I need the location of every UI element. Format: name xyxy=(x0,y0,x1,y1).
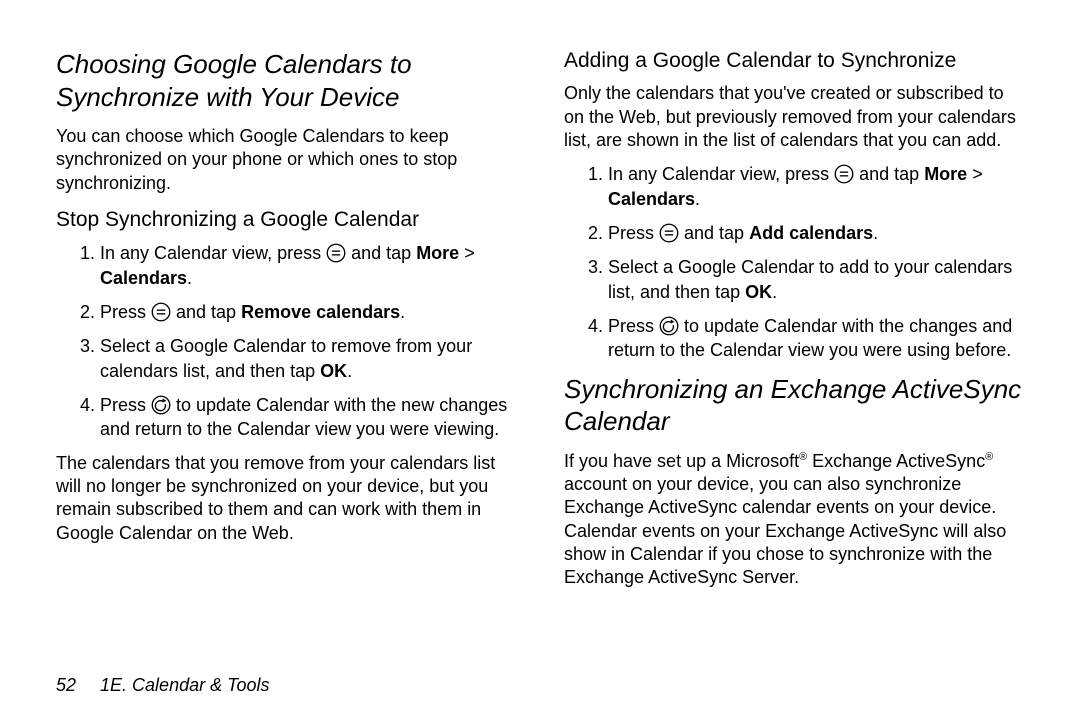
heading-exchange-sync: Synchronizing an Exchange ActiveSync Cal… xyxy=(564,373,1024,438)
intro-paragraph: You can choose which Google Calendars to… xyxy=(56,125,516,195)
list-item: Press to update Calendar with the new ch… xyxy=(100,393,516,442)
back-icon xyxy=(659,316,679,336)
registered-mark: ® xyxy=(985,451,993,463)
menu-icon xyxy=(326,243,346,263)
stop-sync-steps: In any Calendar view, press and tap More… xyxy=(56,241,516,441)
heading-add-calendar: Adding a Google Calendar to Synchronize xyxy=(564,48,1024,74)
exchange-sync-paragraph: If you have set up a Microsoft® Exchange… xyxy=(564,450,1024,590)
menu-icon xyxy=(659,223,679,243)
page-number: 52 xyxy=(56,675,76,696)
right-column: Adding a Google Calendar to Synchronize … xyxy=(564,48,1024,667)
heading-choose-calendars: Choosing Google Calendars to Synchronize… xyxy=(56,48,516,113)
list-item: Select a Google Calendar to remove from … xyxy=(100,334,516,383)
section-title: 1E. Calendar & Tools xyxy=(100,675,269,696)
menu-icon xyxy=(151,302,171,322)
heading-stop-sync: Stop Synchronizing a Google Calendar xyxy=(56,207,516,233)
stop-sync-note: The calendars that you remove from your … xyxy=(56,452,516,546)
add-calendar-steps: In any Calendar view, press and tap More… xyxy=(564,162,1024,362)
list-item: Press to update Calendar with the change… xyxy=(608,314,1024,363)
list-item: Press and tap Remove calendars. xyxy=(100,300,516,324)
list-item: Press and tap Add calendars. xyxy=(608,221,1024,245)
back-icon xyxy=(151,395,171,415)
page-footer: 52 1E. Calendar & Tools xyxy=(56,675,1024,696)
list-item: In any Calendar view, press and tap More… xyxy=(608,162,1024,211)
registered-mark: ® xyxy=(799,451,807,463)
list-item: Select a Google Calendar to add to your … xyxy=(608,255,1024,304)
list-item: In any Calendar view, press and tap More… xyxy=(100,241,516,290)
add-intro-paragraph: Only the calendars that you've created o… xyxy=(564,82,1024,152)
left-column: Choosing Google Calendars to Synchronize… xyxy=(56,48,516,667)
menu-icon xyxy=(834,164,854,184)
